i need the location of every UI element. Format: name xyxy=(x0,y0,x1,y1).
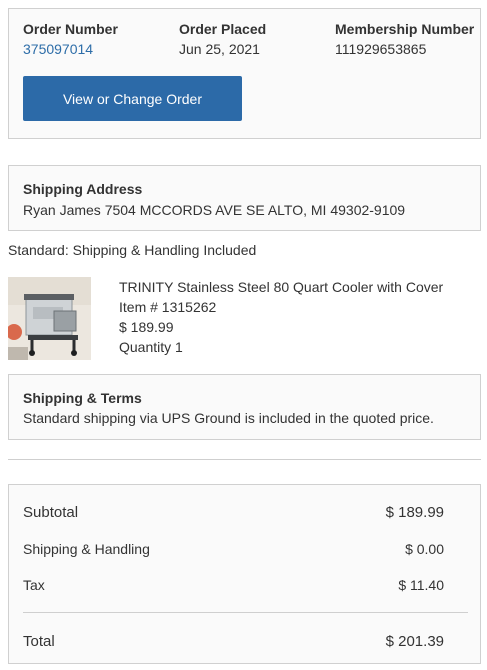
shipping-handling-label: Shipping & Handling xyxy=(23,541,150,557)
tax-row: Tax $ 11.40 xyxy=(23,577,444,593)
product-price: $ 189.99 xyxy=(119,319,174,335)
order-placed-value: Jun 25, 2021 xyxy=(179,41,260,57)
product-title[interactable]: TRINITY Stainless Steel 80 Quart Cooler … xyxy=(119,279,443,295)
membership-number-value: 111929653865 xyxy=(335,41,427,57)
cooler-product-image[interactable] xyxy=(8,277,91,360)
total-value: $ 201.39 xyxy=(385,633,444,650)
shipping-address-value: Ryan James 7504 MCCORDS AVE SE ALTO, MI … xyxy=(23,202,406,218)
view-or-change-order-button[interactable]: View or Change Order xyxy=(23,76,242,121)
subtotal-label: Subtotal xyxy=(23,504,79,521)
shipping-terms-card: Shipping & Terms Standard shipping via U… xyxy=(8,374,481,440)
shipping-address-label: Shipping Address xyxy=(23,181,143,197)
subtotal-row: Subtotal $ 189.99 xyxy=(23,504,444,521)
section-divider xyxy=(8,459,481,460)
summary-divider xyxy=(23,612,468,613)
shipping-terms-text: Standard shipping via UPS Ground is incl… xyxy=(23,410,434,426)
order-number-link[interactable]: 375097014 xyxy=(23,41,93,57)
product-quantity: Quantity 1 xyxy=(119,339,183,355)
subtotal-value: $ 189.99 xyxy=(385,504,444,521)
total-row: Total $ 201.39 xyxy=(23,633,444,650)
tax-label: Tax xyxy=(23,577,45,593)
order-number-label: Order Number xyxy=(23,21,118,37)
shipping-address-card: Shipping Address Ryan James 7504 MCCORDS… xyxy=(8,165,481,231)
shipping-handling-row: Shipping & Handling $ 0.00 xyxy=(23,541,444,557)
order-placed-label: Order Placed xyxy=(179,21,267,37)
shipping-terms-label: Shipping & Terms xyxy=(23,390,142,406)
order-summary-card: Subtotal $ 189.99 Shipping & Handling $ … xyxy=(8,484,481,664)
product-item-number: Item # 1315262 xyxy=(119,299,217,315)
shipping-handling-value: $ 0.00 xyxy=(405,541,444,557)
membership-number-label: Membership Number xyxy=(335,21,475,37)
tax-value: $ 11.40 xyxy=(398,577,444,593)
order-header-card: Order Number 375097014 Order Placed Jun … xyxy=(8,8,481,139)
total-label: Total xyxy=(23,633,55,650)
shipping-method-text: Standard: Shipping & Handling Included xyxy=(8,242,257,258)
